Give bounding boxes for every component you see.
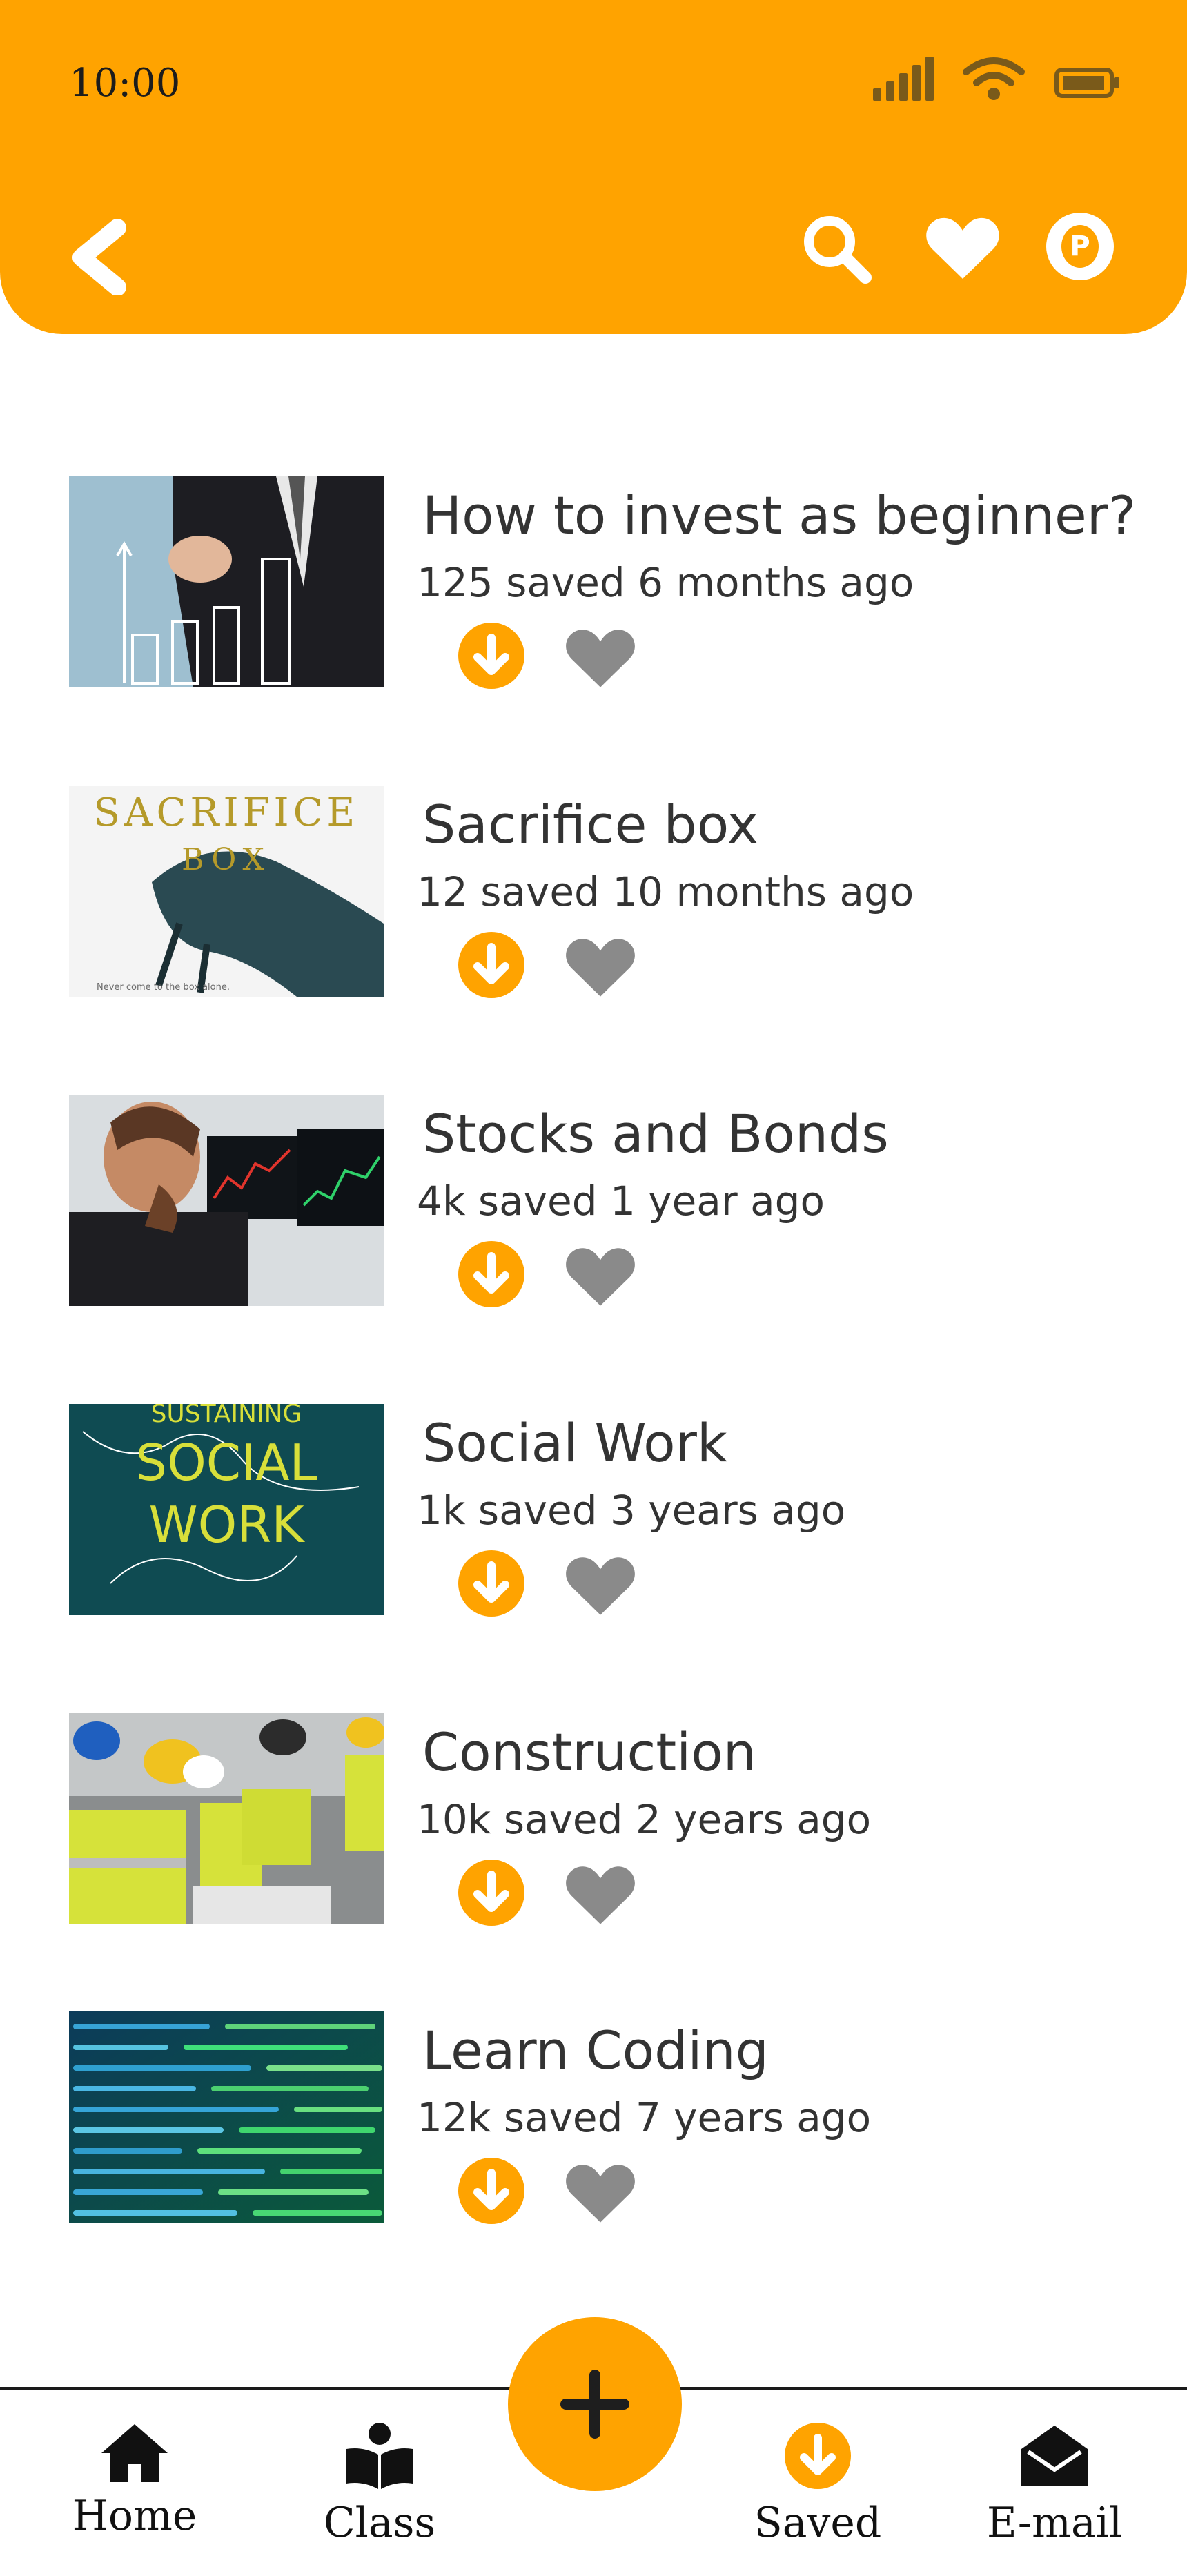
thumbnail-construction (69, 1713, 384, 1924)
item-meta: 12 saved 10 months ago (417, 868, 914, 915)
back-chevron-icon[interactable] (62, 219, 131, 295)
tab-home[interactable]: Home (69, 2421, 200, 2540)
reader-book-icon (346, 2423, 413, 2489)
download-icon[interactable] (457, 1549, 526, 1618)
list-item[interactable]: SACRIFICE BOX Never come to the box alon… (0, 786, 1187, 1006)
list-item[interactable]: Stocks and Bonds 4k saved 1 year ago (0, 1095, 1187, 1316)
download-icon[interactable] (457, 1240, 526, 1309)
item-meta: 4k saved 1 year ago (417, 1178, 825, 1224)
tab-saved[interactable]: Saved (752, 2421, 883, 2547)
thumb-text-box: BOX (182, 842, 271, 877)
item-title[interactable]: Construction (422, 1721, 756, 1783)
wifi-icon (963, 57, 1025, 100)
thumb-text-sacrifice: SACRIFICE (94, 790, 360, 835)
list-item[interactable]: Learn Coding 12k saved 7 years ago (0, 2011, 1187, 2232)
item-title[interactable]: Sacrifice box (422, 794, 758, 855)
tab-label-saved: Saved (754, 2499, 882, 2547)
add-button[interactable] (508, 2317, 682, 2491)
thumbnail-coding (69, 2011, 384, 2223)
envelope-open-icon (1021, 2426, 1088, 2486)
list-item[interactable]: SUSTAINING SOCIAL WORK Social Work 1k sa… (0, 1404, 1187, 1625)
download-icon[interactable] (457, 2156, 526, 2225)
item-title[interactable]: Learn Coding (422, 2020, 769, 2081)
item-title[interactable]: How to invest as beginner? (422, 485, 1136, 546)
thumb-text-social: SOCIAL (135, 1434, 317, 1492)
heart-icon[interactable] (565, 627, 636, 690)
thumbnail-stocks (69, 1095, 384, 1306)
item-title[interactable]: Stocks and Bonds (422, 1103, 889, 1164)
app-header: 10:00 P (0, 0, 1187, 334)
tab-label-email: E-mail (986, 2499, 1123, 2547)
heart-icon[interactable] (565, 1245, 636, 1309)
plus-icon (560, 2370, 629, 2439)
download-icon[interactable] (457, 621, 526, 690)
item-title[interactable]: Social Work (422, 1412, 727, 1474)
home-icon (101, 2424, 168, 2482)
item-meta: 125 saved 6 months ago (417, 559, 914, 606)
thumb-text-sustaining: SUSTAINING (151, 1404, 302, 1428)
download-icon[interactable] (457, 930, 526, 999)
list-item[interactable]: How to invest as beginner? 125 saved 6 m… (0, 476, 1187, 697)
tab-class[interactable]: Class (314, 2421, 445, 2547)
thumb-text-work: WORK (148, 1496, 305, 1554)
item-meta: 1k saved 3 years ago (417, 1487, 846, 1534)
tab-email[interactable]: E-mail (979, 2421, 1130, 2547)
battery-icon (1054, 68, 1119, 98)
profile-p-icon[interactable]: P (1046, 213, 1114, 280)
download-icon[interactable] (457, 1858, 526, 1927)
search-icon[interactable] (799, 211, 872, 284)
download-icon (785, 2423, 851, 2489)
thumbnail-sacrifice-box: SACRIFICE BOX Never come to the box alon… (69, 786, 384, 997)
thumb-text-tagline: Never come to the box alone. (97, 982, 230, 993)
item-meta: 10k saved 2 years ago (417, 1796, 872, 1843)
heart-icon[interactable] (565, 1864, 636, 1927)
heart-icon[interactable] (565, 2162, 636, 2225)
tab-label-class: Class (323, 2499, 436, 2547)
item-meta: 12k saved 7 years ago (417, 2094, 872, 2141)
heart-icon[interactable] (565, 1554, 636, 1618)
list-item[interactable]: Construction 10k saved 2 years ago (0, 1713, 1187, 1934)
thumbnail-social-work: SUSTAINING SOCIAL WORK (69, 1404, 384, 1615)
heart-icon[interactable] (565, 936, 636, 999)
thumbnail-invest (69, 476, 384, 687)
heart-icon[interactable] (925, 215, 1001, 282)
signal-icon (873, 57, 934, 101)
status-time: 10:00 (69, 61, 181, 106)
tab-label-home: Home (72, 2492, 197, 2540)
